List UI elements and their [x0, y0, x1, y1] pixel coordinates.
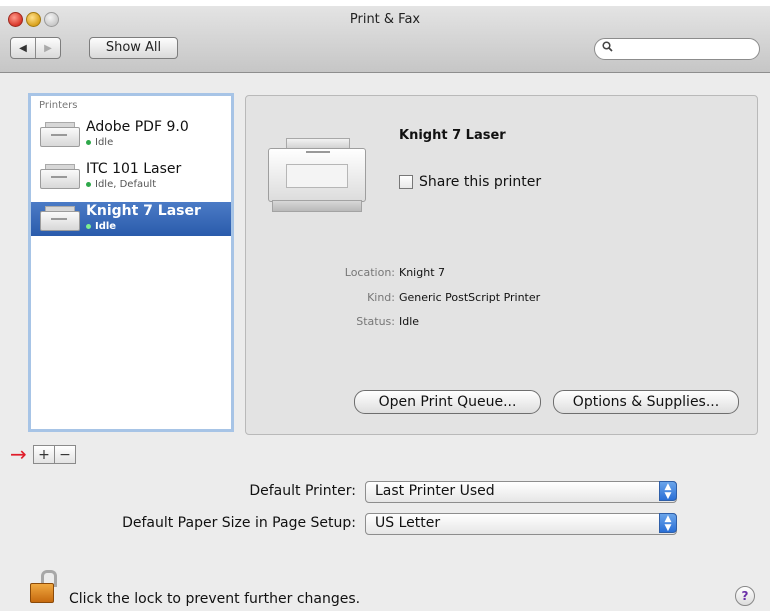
- remove-printer-button[interactable]: −: [54, 446, 75, 463]
- popup-arrows-icon: ▲ ▼: [659, 513, 677, 533]
- printer-status: Idle, Default: [86, 179, 156, 190]
- kind-value: Generic PostScript Printer: [399, 291, 541, 304]
- printer-icon: [40, 164, 80, 189]
- popup-arrows-icon: ▲ ▼: [659, 481, 677, 501]
- lock-message: Click the lock to prevent further change…: [69, 591, 361, 607]
- title-bar: Print & Fax ◀ ▶ Show All: [0, 6, 770, 73]
- help-button[interactable]: ?: [735, 586, 755, 606]
- back-forward-control: ◀ ▶: [10, 37, 61, 59]
- paper-size-label: Default Paper Size in Page Setup:: [122, 515, 356, 531]
- printer-row-itc-101[interactable]: ITC 101 Laser Idle, Default: [31, 160, 231, 194]
- status-value: Idle: [399, 315, 420, 328]
- paper-size-value: US Letter: [375, 515, 441, 531]
- status-dot-icon: [86, 181, 91, 187]
- default-printer-value: Last Printer Used: [375, 483, 495, 499]
- kind-label: Kind:: [367, 291, 395, 304]
- printer-list-header: Printers: [39, 100, 78, 111]
- search-field[interactable]: [594, 38, 760, 60]
- location-value: Knight 7: [399, 266, 446, 279]
- location-label: Location:: [344, 266, 395, 279]
- printer-name: Adobe PDF 9.0: [86, 119, 189, 135]
- options-supplies-button[interactable]: Options & Supplies...: [553, 390, 739, 414]
- add-remove-control: + −: [33, 445, 76, 464]
- selected-printer-name: Knight 7 Laser: [399, 128, 506, 143]
- status-dot-icon: [86, 139, 91, 145]
- printer-name: ITC 101 Laser: [86, 161, 182, 177]
- printer-large-icon: [268, 138, 366, 214]
- magnifier-icon: [602, 41, 613, 55]
- printer-list[interactable]: Printers Adobe PDF 9.0 Idle ITC 101 Lase…: [28, 93, 234, 432]
- print-fax-window: Print & Fax ◀ ▶ Show All Printers Adobe …: [0, 6, 770, 611]
- printer-row-knight-7[interactable]: Knight 7 Laser Idle: [31, 202, 231, 236]
- checkbox-icon[interactable]: [399, 175, 413, 189]
- printer-name: Knight 7 Laser: [86, 203, 201, 219]
- status-label: Status:: [356, 315, 395, 328]
- window-title: Print & Fax: [349, 12, 421, 27]
- printer-details-panel: Knight 7 Laser Share this printer Locati…: [245, 95, 758, 435]
- printer-row-adobe-pdf[interactable]: Adobe PDF 9.0 Idle: [31, 118, 231, 152]
- printer-status: Idle: [86, 221, 116, 232]
- default-printer-label: Default Printer:: [249, 483, 356, 499]
- back-button[interactable]: ◀: [11, 38, 35, 58]
- printer-icon: [40, 206, 80, 231]
- share-printer-label: Share this printer: [419, 174, 542, 190]
- default-printer-popup[interactable]: Last Printer Used ▲ ▼: [365, 481, 677, 503]
- printer-status: Idle: [86, 137, 113, 148]
- red-arrow-icon: →: [10, 442, 27, 466]
- paper-size-popup[interactable]: US Letter ▲ ▼: [365, 513, 677, 535]
- show-all-button[interactable]: Show All: [89, 37, 178, 59]
- forward-button[interactable]: ▶: [35, 38, 60, 58]
- lock-icon[interactable]: [30, 570, 57, 604]
- open-print-queue-button[interactable]: Open Print Queue...: [354, 390, 541, 414]
- printer-icon: [40, 122, 80, 147]
- share-printer-checkbox[interactable]: Share this printer: [399, 174, 541, 190]
- status-dot-icon: [86, 223, 91, 229]
- add-printer-button[interactable]: +: [34, 446, 54, 463]
